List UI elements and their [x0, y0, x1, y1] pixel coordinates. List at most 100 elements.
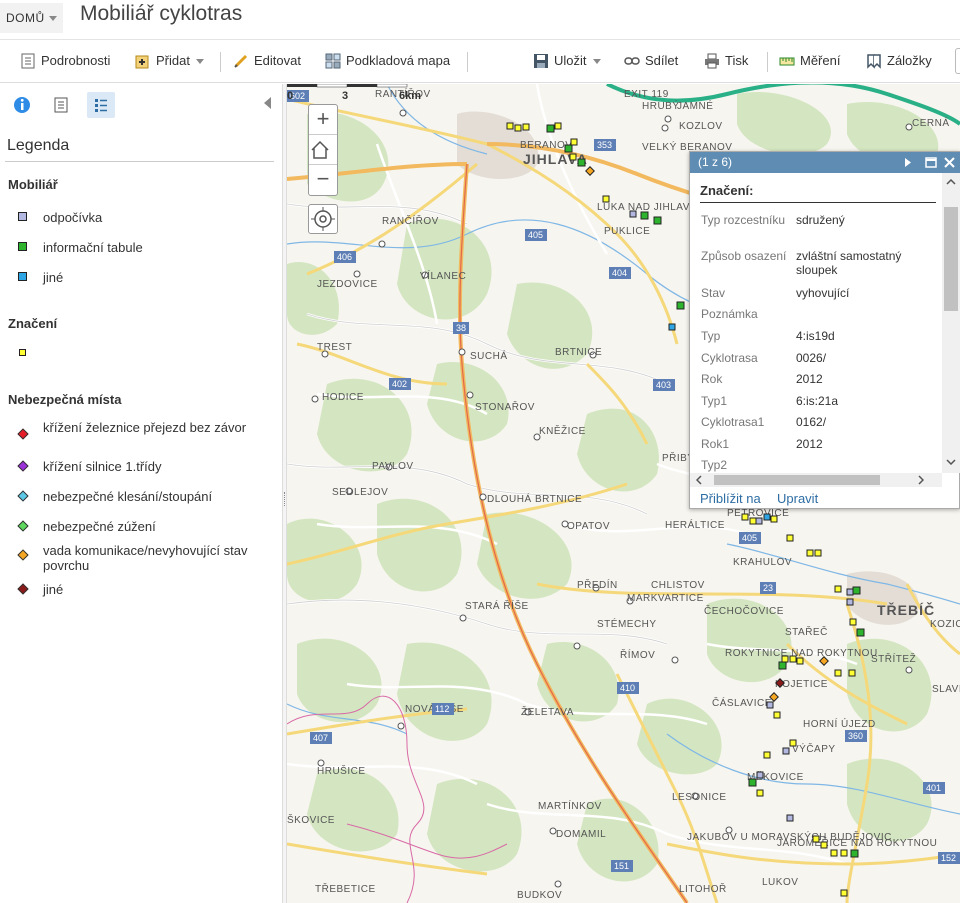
road-shield: 401 [923, 782, 945, 794]
legend-panel: Legenda Mobiliář odpočívka informační ta… [0, 84, 282, 903]
rest-marker [846, 588, 854, 596]
scale-label: 3 [342, 90, 348, 100]
scroll-down-icon[interactable] [946, 459, 956, 465]
measure-button[interactable]: Měření [779, 40, 840, 82]
scroll-thumb[interactable] [714, 475, 880, 485]
popup-counter: (1 z 6) [698, 155, 733, 169]
infoboard-marker [856, 628, 865, 637]
legend-symbol-square [18, 212, 27, 221]
map-label: SUCHÁ [470, 349, 508, 362]
toolbar-divider [220, 52, 221, 72]
map-label: DLOUHÁ BRTNICE [487, 492, 582, 505]
legend-item-label: křížení silnice 1.třídy [43, 459, 162, 474]
chevron-down-icon [195, 59, 204, 65]
sign-marker [820, 841, 828, 849]
map-label: KRAHULOV [733, 557, 792, 568]
collapse-panel-icon[interactable] [264, 97, 271, 109]
zoom-out-button[interactable]: − [309, 165, 337, 195]
save-label: Uložit [554, 53, 587, 68]
home-icon [311, 140, 329, 159]
info-icon [14, 97, 30, 113]
map-label: STŘÍTEŽ [871, 652, 916, 665]
sign-marker [806, 549, 814, 557]
sign-marker [770, 515, 778, 523]
map-label: HRUBÝ [642, 99, 680, 112]
zoom-to-link[interactable]: Přiblížit na [700, 491, 761, 506]
edit-button[interactable]: Editovat [233, 40, 301, 82]
toolbar: Podrobnosti Přidat Editovat Podkladová m… [0, 39, 960, 83]
details-button[interactable]: Podrobnosti [20, 40, 110, 82]
scroll-right-icon[interactable] [918, 475, 924, 485]
popup-actions: Přiblížit na Upravit [690, 489, 960, 510]
tab-about[interactable] [8, 92, 36, 118]
scroll-up-icon[interactable] [946, 179, 956, 185]
rest-marker [755, 517, 763, 525]
legend-item-label: jiné [43, 582, 64, 597]
scroll-left-icon[interactable] [696, 475, 702, 485]
road-shield: 404 [609, 267, 631, 279]
attribute-value: zvláštní samostatný sloupek [796, 249, 902, 277]
add-button[interactable]: Přidat [135, 40, 204, 82]
save-button[interactable]: Uložit [533, 40, 601, 82]
infoboard-marker [546, 124, 555, 133]
attribute-key: Rok1 [701, 437, 730, 451]
map-label: VÍLANEC [420, 269, 466, 282]
close-icon[interactable] [944, 157, 955, 168]
basemap-button[interactable]: Podkladová mapa [325, 40, 450, 82]
tab-legend[interactable] [87, 92, 115, 118]
ruler-icon [779, 57, 795, 66]
legend-item-label: nebezpečné klesání/stoupání [43, 489, 213, 504]
maximize-icon[interactable] [925, 157, 937, 168]
sign-marker [602, 195, 610, 203]
locate-icon [311, 207, 335, 231]
home-extent-button[interactable] [309, 135, 337, 165]
infoboard-marker [676, 301, 685, 310]
map-label: HODICE [322, 392, 364, 403]
scroll-thumb[interactable] [944, 207, 958, 311]
map-label: SLAVICE [932, 684, 960, 695]
sign-marker [830, 849, 838, 857]
legend-symbol-diamond [17, 490, 29, 502]
legend-symbol-diamond [17, 583, 29, 595]
details-icon [21, 53, 35, 69]
panel-tabs [0, 84, 282, 124]
map-label: TREST [317, 342, 352, 353]
popup-horizontal-scrollbar[interactable] [690, 473, 942, 487]
sign-marker [786, 534, 794, 542]
attribute-value: vyhovující [796, 286, 850, 300]
sign-marker [570, 138, 578, 146]
next-feature-icon[interactable] [903, 157, 913, 168]
share-label: Sdílet [645, 53, 679, 68]
infoboard-marker [653, 216, 662, 225]
locate-button[interactable] [308, 204, 338, 234]
search-box[interactable] [955, 48, 960, 74]
edit-feature-link[interactable]: Upravit [777, 491, 818, 506]
sign-marker [789, 739, 797, 747]
map-label: HORNÍ ÚJEZD [803, 717, 876, 730]
road-number: 410 [620, 683, 635, 693]
road-shield: 402 [389, 378, 411, 390]
map-label: STARÁ ŘÍŠE [465, 599, 529, 612]
map-label: SEDLEJOV [332, 487, 388, 498]
print-button[interactable]: Tisk [704, 40, 748, 82]
map-label: LITOHOŘ [679, 882, 727, 895]
zoom-in-button[interactable]: + [309, 105, 337, 135]
attribute-key: Způsob osazení [701, 249, 787, 263]
infoboard-marker [748, 778, 757, 787]
map-label: STONAŘOV [475, 400, 535, 413]
rest-marker [782, 747, 790, 755]
legend-divider [5, 161, 274, 162]
map-label: ŽELETAVA [521, 705, 574, 718]
road-shield: 38 [453, 322, 469, 334]
map-label: STAŘEČ [785, 625, 828, 638]
road-shield: 360 [845, 730, 867, 742]
sign-marker [569, 153, 577, 161]
share-button[interactable]: Sdílet [624, 40, 678, 82]
sign-marker [773, 711, 781, 719]
home-menu-button[interactable]: DOMŮ [0, 3, 63, 33]
bookmarks-button[interactable]: Záložky [866, 40, 932, 82]
popup-vertical-scrollbar[interactable] [942, 173, 960, 473]
rest-marker [846, 598, 854, 606]
tab-content[interactable] [47, 92, 75, 118]
other-marker [668, 323, 676, 331]
